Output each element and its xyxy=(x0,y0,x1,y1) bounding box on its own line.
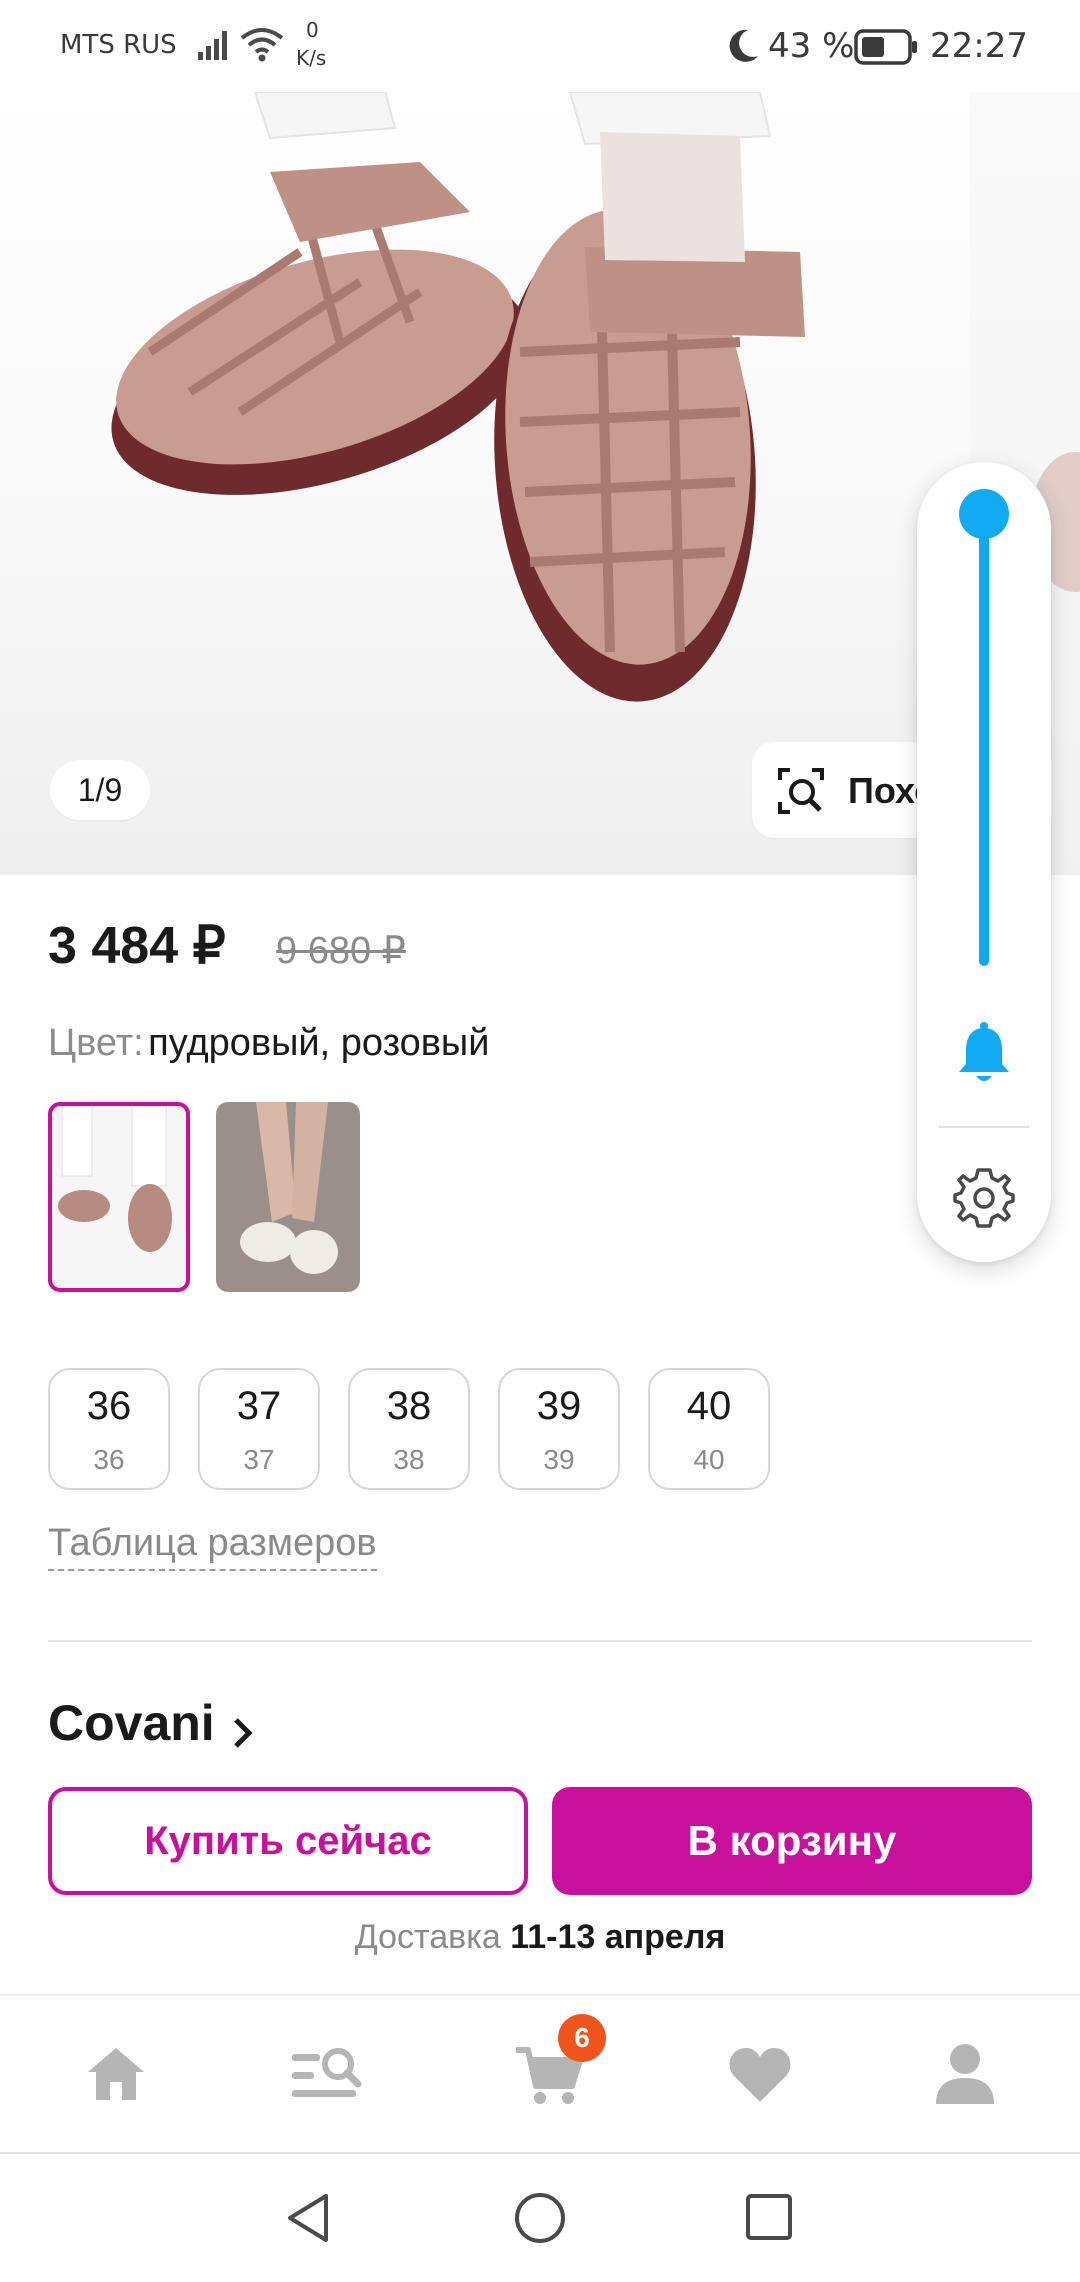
size-option-36[interactable]: 36 36 xyxy=(48,1368,170,1490)
old-price: 9 680 ₽ xyxy=(276,930,406,972)
delivery-dates: 11-13 апреля xyxy=(510,1918,726,1956)
size-option-39[interactable]: 39 39 xyxy=(498,1368,620,1490)
size-table-link[interactable]: Таблица размеров xyxy=(48,1522,377,1571)
battery-icon xyxy=(854,28,920,71)
size-ru-value: 38 xyxy=(393,1444,425,1475)
profile-icon xyxy=(934,2042,996,2111)
bottom-navigation: 6 xyxy=(0,1994,1080,2154)
brand-name: Covani xyxy=(48,1695,215,1751)
volume-panel xyxy=(917,462,1051,1262)
status-bar: MTS RUS 0 K/s 43 % 22:27 xyxy=(0,0,1080,92)
volume-fill xyxy=(979,506,989,966)
color-value: пудровый, розовый xyxy=(148,1022,490,1064)
divider xyxy=(48,1640,1032,1642)
moon-icon xyxy=(726,26,762,71)
wifi-icon xyxy=(238,24,286,69)
volume-divider xyxy=(939,1126,1029,1128)
nav-profile[interactable] xyxy=(904,2014,1024,2134)
clock: 22:27 xyxy=(930,26,1028,66)
carrier-name: MTS RUS xyxy=(60,30,177,60)
color-variant-pink[interactable] xyxy=(48,1102,190,1292)
size-ru-value: 40 xyxy=(693,1444,725,1475)
buy-now-button[interactable]: Купить сейчас xyxy=(48,1787,528,1895)
volume-slider-handle[interactable] xyxy=(959,489,1009,539)
size-value: 40 xyxy=(686,1384,732,1428)
nav-home[interactable] xyxy=(56,2014,176,2134)
battery-percent: 43 % xyxy=(768,26,855,66)
variant-pink-photo xyxy=(58,1106,172,1252)
cart-badge: 6 xyxy=(558,2014,606,2062)
size-option-38[interactable]: 38 38 xyxy=(348,1368,470,1490)
system-navigation-bar xyxy=(0,2152,1080,2282)
size-value: 38 xyxy=(386,1384,432,1428)
size-option-37[interactable]: 37 37 xyxy=(198,1368,320,1490)
bell-icon[interactable] xyxy=(954,1022,1014,1091)
size-value: 39 xyxy=(536,1384,582,1428)
nav-catalog[interactable] xyxy=(266,2014,386,2134)
signal-icon xyxy=(196,28,230,67)
color-label: Цвет: xyxy=(48,1022,144,1064)
volume-track[interactable] xyxy=(979,506,989,966)
size-ru-value: 37 xyxy=(243,1444,275,1475)
recents-icon[interactable] xyxy=(744,2192,794,2247)
brand-link[interactable]: Covani xyxy=(48,1694,255,1756)
size-ru-value: 36 xyxy=(93,1444,125,1475)
add-to-cart-button[interactable]: В корзину xyxy=(552,1787,1032,1895)
color-row: Цвет: пудровый, розовый xyxy=(48,1022,489,1065)
size-value: 36 xyxy=(86,1384,132,1428)
size-option-40[interactable]: 40 40 xyxy=(648,1368,770,1490)
back-icon[interactable] xyxy=(282,2190,334,2251)
variant-beige-photo xyxy=(240,1102,338,1274)
settings-gear-icon[interactable] xyxy=(953,1166,1015,1233)
net-speed-value: 0 xyxy=(306,18,319,42)
catalog-search-icon xyxy=(290,2044,364,2111)
net-speed-unit: K/s xyxy=(296,46,327,70)
image-search-icon xyxy=(776,766,826,821)
image-counter-text: 1/9 xyxy=(77,772,123,808)
chevron-right-icon xyxy=(231,1715,255,1756)
nav-favorites[interactable] xyxy=(700,2014,820,2134)
image-counter: 1/9 xyxy=(50,760,150,820)
home-circle-icon[interactable] xyxy=(512,2190,568,2251)
color-variant-beige[interactable] xyxy=(216,1102,360,1292)
nav-cart[interactable]: 6 xyxy=(488,2014,608,2134)
home-icon xyxy=(84,2044,148,2109)
delivery-info: Доставка 11-13 апреля xyxy=(0,1918,1080,1957)
current-price: 3 484 ₽ xyxy=(48,917,226,975)
delivery-label: Доставка xyxy=(354,1918,501,1956)
size-value: 37 xyxy=(236,1384,282,1428)
heart-icon xyxy=(728,2046,792,2109)
size-ru-value: 39 xyxy=(543,1444,575,1475)
